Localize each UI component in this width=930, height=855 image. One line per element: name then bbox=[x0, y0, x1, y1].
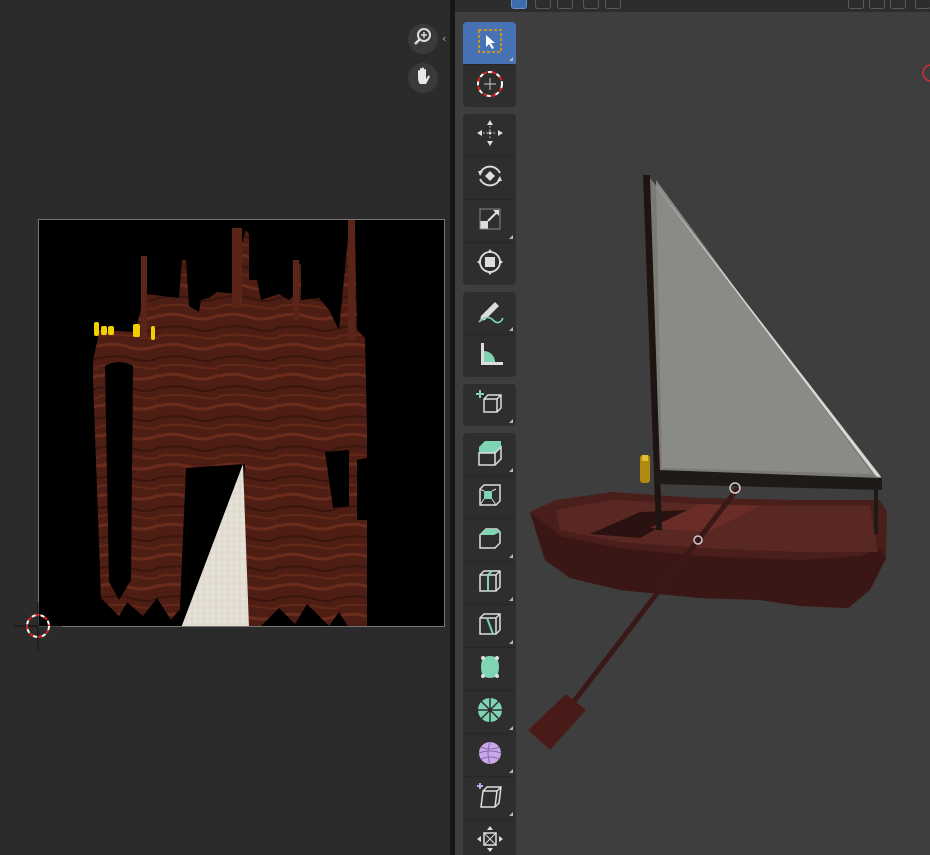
zoom-in-icon bbox=[413, 27, 433, 51]
loop-cut-icon bbox=[475, 566, 505, 600]
inset-faces-icon bbox=[475, 480, 505, 514]
cursor-icon bbox=[475, 69, 505, 103]
extrude-region-icon bbox=[475, 437, 505, 471]
shrink-fatten-icon bbox=[475, 824, 505, 855]
tool-shrink-fatten[interactable] bbox=[463, 820, 516, 855]
3d-viewport[interactable] bbox=[455, 0, 930, 855]
spin-icon bbox=[475, 695, 505, 729]
tool-move[interactable] bbox=[463, 114, 516, 157]
3d-cursor-icon bbox=[14, 602, 62, 650]
tool-shelf bbox=[463, 22, 516, 855]
shear-icon bbox=[475, 781, 505, 815]
tool-knife[interactable] bbox=[463, 605, 516, 648]
tool-annotate[interactable] bbox=[463, 292, 516, 335]
smooth-icon bbox=[475, 738, 505, 772]
tool-group-transform bbox=[463, 114, 516, 285]
tool-select-box[interactable] bbox=[463, 22, 516, 65]
transform-icon bbox=[475, 247, 505, 281]
knife-icon bbox=[475, 609, 505, 643]
bevel-icon bbox=[475, 523, 505, 557]
uv-editor[interactable]: ‹ bbox=[0, 0, 450, 855]
tool-poly-build[interactable] bbox=[463, 648, 516, 691]
pan-button[interactable] bbox=[408, 63, 438, 93]
tool-spin[interactable] bbox=[463, 691, 516, 734]
annotate-icon bbox=[475, 296, 505, 330]
measure-icon bbox=[475, 339, 505, 373]
tool-group-add bbox=[463, 384, 516, 426]
tool-bevel[interactable] bbox=[463, 519, 516, 562]
tool-transform[interactable] bbox=[463, 243, 516, 285]
boat-3d-model bbox=[528, 175, 887, 750]
chevron-left-icon[interactable]: ‹ bbox=[442, 32, 446, 45]
tool-measure[interactable] bbox=[463, 335, 516, 377]
tool-rotate[interactable] bbox=[463, 157, 516, 200]
scale-icon bbox=[477, 206, 503, 236]
rotate-icon bbox=[475, 161, 505, 195]
select-box-icon bbox=[477, 28, 503, 58]
poly-build-icon bbox=[475, 652, 505, 686]
hand-pan-icon bbox=[414, 66, 432, 90]
tool-scale[interactable] bbox=[463, 200, 516, 243]
add-cube-icon bbox=[475, 388, 505, 422]
move-icon bbox=[475, 118, 505, 152]
tool-loop-cut[interactable] bbox=[463, 562, 516, 605]
uv-texture-canvas[interactable] bbox=[38, 219, 445, 627]
tool-cursor[interactable] bbox=[463, 65, 516, 107]
zoom-button[interactable] bbox=[408, 24, 438, 54]
tool-group-mesh-edit bbox=[463, 433, 516, 855]
tool-group-annotate bbox=[463, 292, 516, 377]
uv-texture-image bbox=[39, 220, 444, 626]
tool-group-select bbox=[463, 22, 516, 107]
tool-shear[interactable] bbox=[463, 777, 516, 820]
tool-extrude-region[interactable] bbox=[463, 433, 516, 476]
tool-smooth[interactable] bbox=[463, 734, 516, 777]
tool-add-cube[interactable] bbox=[463, 384, 516, 426]
tool-inset-faces[interactable] bbox=[463, 476, 516, 519]
